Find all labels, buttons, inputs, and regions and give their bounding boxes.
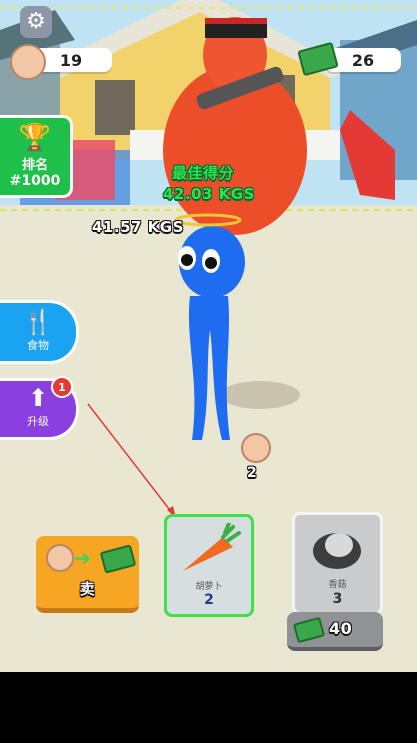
game-scene: ⚙ 19 26 🏆 排名 #1000 最佳得分 42.03 KGS 41.57 … bbox=[0, 0, 417, 672]
price-label: 40 bbox=[329, 619, 353, 638]
gear-icon: ⚙ bbox=[26, 9, 46, 34]
best-score-value: 42.03 KGS bbox=[163, 185, 255, 203]
food-card-count: 2 bbox=[204, 592, 214, 608]
cash-icon bbox=[99, 544, 137, 574]
food-card-name: 胡萝卜 bbox=[195, 582, 223, 592]
rank-button[interactable]: 🏆 排名 #1000 bbox=[0, 115, 73, 198]
upgrade-button-label: 升级 bbox=[27, 415, 49, 428]
muscle-icon bbox=[10, 44, 46, 80]
food-card-name: 香菇 bbox=[328, 580, 347, 590]
rank-label: 排名 bbox=[21, 158, 48, 173]
settings-button[interactable]: ⚙ bbox=[20, 6, 52, 38]
carrot-icon bbox=[183, 523, 241, 571]
strength-count: 19 bbox=[59, 50, 83, 70]
food-button[interactable]: 🍴 食物 bbox=[0, 300, 79, 364]
rank-value: #1000 bbox=[9, 173, 61, 189]
muscle-pickup-icon[interactable] bbox=[241, 433, 271, 463]
cash-icon bbox=[292, 616, 326, 644]
food-card-count: 3 bbox=[332, 591, 343, 607]
mushroom-icon bbox=[313, 533, 361, 569]
food-card-carrot[interactable]: 胡萝卜 2 bbox=[164, 514, 254, 617]
trophy-icon: 🏆 bbox=[18, 123, 52, 153]
best-score-label: 最佳得分 bbox=[172, 164, 235, 182]
food-button-label: 食物 bbox=[27, 339, 49, 352]
fork-knife-icon: 🍴 bbox=[23, 308, 53, 336]
arrow-right-icon: ➔ bbox=[74, 546, 91, 570]
sell-button-label: 卖 bbox=[79, 580, 96, 598]
money-count: 26 bbox=[351, 50, 375, 70]
bottom-bar bbox=[0, 672, 417, 743]
sell-button[interactable]: ➔ 卖 bbox=[36, 536, 139, 613]
current-weight-value: 41.57 KGS bbox=[92, 218, 184, 236]
upgrade-badge: 1 bbox=[51, 376, 73, 398]
buy-mushroom-button[interactable]: 40 bbox=[287, 612, 383, 651]
pickup-count: 2 bbox=[247, 465, 258, 481]
food-card-mushroom[interactable]: 香菇 3 bbox=[292, 512, 383, 615]
muscle-icon bbox=[46, 544, 74, 572]
